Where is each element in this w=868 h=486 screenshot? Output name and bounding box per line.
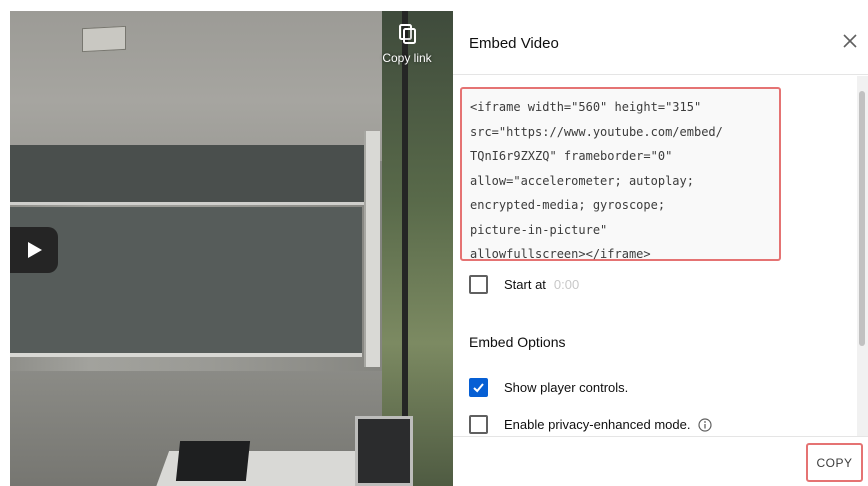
check-icon — [473, 383, 484, 393]
embed-dialog: Embed Video <iframe width="560" height="… — [453, 11, 868, 486]
copy-button[interactable]: COPY — [806, 443, 863, 482]
video-frame-window-frame — [402, 11, 408, 486]
copy-icon — [399, 24, 416, 44]
video-frame-laptop — [175, 441, 251, 481]
play-button[interactable] — [10, 227, 58, 273]
video-frame-monitor — [355, 416, 413, 486]
privacy-mode-checkbox[interactable] — [469, 415, 488, 434]
video-player[interactable]: Copy link — [10, 11, 453, 486]
option-row-player-controls: Show player controls. — [469, 378, 628, 397]
video-frame-rail — [364, 131, 380, 367]
start-at-row: Start at 0:00 — [469, 275, 579, 294]
copy-link-label: Copy link — [382, 51, 432, 65]
option-row-privacy-mode: Enable privacy-enhanced mode. — [469, 415, 713, 434]
start-at-label: Start at — [504, 277, 546, 292]
copy-link-button[interactable]: Copy link — [372, 23, 442, 65]
embed-code-box[interactable]: <iframe width="560" height="315" src="ht… — [460, 87, 781, 261]
player-controls-checkbox[interactable] — [469, 378, 488, 397]
dialog-footer: COPY — [453, 436, 868, 486]
info-icon[interactable] — [698, 417, 713, 432]
video-frame-chalkboard-lower — [10, 207, 362, 357]
screen: Copy link Embed Video <iframe width="560… — [0, 0, 868, 486]
dialog-title: Embed Video — [469, 35, 559, 52]
dialog-body: <iframe width="560" height="315" src="ht… — [453, 76, 868, 436]
embed-options-title: Embed Options — [469, 334, 566, 350]
video-frame-speaker — [82, 25, 126, 53]
close-button[interactable] — [838, 29, 862, 53]
dialog-scrollbar-thumb[interactable] — [859, 91, 865, 346]
embed-code-text[interactable]: <iframe width="560" height="315" src="ht… — [470, 95, 723, 267]
start-at-time-input[interactable]: 0:00 — [554, 277, 579, 292]
video-frame-window — [382, 11, 453, 486]
start-at-checkbox[interactable] — [469, 275, 488, 294]
video-frame-chalkboard-upper — [10, 145, 365, 205]
dialog-header: Embed Video — [453, 11, 868, 75]
play-icon — [28, 242, 42, 258]
privacy-mode-label: Enable privacy-enhanced mode. — [504, 417, 691, 432]
close-icon — [843, 34, 857, 48]
player-controls-label: Show player controls. — [504, 380, 629, 395]
